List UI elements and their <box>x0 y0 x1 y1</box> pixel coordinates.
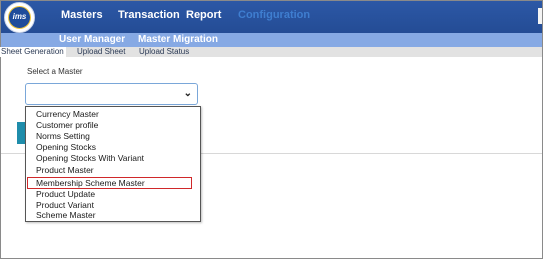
master-select[interactable]: ⌄ <box>25 83 198 105</box>
window-edge-control[interactable] <box>538 8 542 24</box>
submenu-master-migration[interactable]: Master Migration <box>138 33 218 47</box>
app-logo[interactable]: ims <box>4 2 35 33</box>
tabs-row: Sheet Generation Upload Sheet Upload Sta… <box>0 47 542 57</box>
submenu-user-manager[interactable]: User Manager <box>59 33 125 47</box>
master-dropdown-list: Currency Master Customer profile Norms S… <box>25 106 201 222</box>
option-norms-setting[interactable]: Norms Setting <box>36 132 90 141</box>
option-membership-scheme-master[interactable]: Membership Scheme Master <box>36 179 145 188</box>
option-product-variant[interactable]: Product Variant <box>36 201 94 210</box>
tab-upload-sheet[interactable]: Upload Sheet <box>77 47 125 57</box>
option-opening-stocks[interactable]: Opening Stocks <box>36 143 96 152</box>
menu-masters[interactable]: Masters <box>61 9 103 21</box>
menu-report[interactable]: Report <box>186 9 221 21</box>
option-currency-master[interactable]: Currency Master <box>36 110 99 119</box>
option-opening-stocks-with-variant[interactable]: Opening Stocks With Variant <box>36 154 144 163</box>
option-product-update[interactable]: Product Update <box>36 190 95 199</box>
menu-transaction[interactable]: Transaction <box>118 9 180 21</box>
top-nav-bar: ims Masters Transaction Report Configura… <box>1 1 542 33</box>
chevron-down-icon: ⌄ <box>183 88 192 99</box>
tab-upload-status[interactable]: Upload Status <box>139 47 189 57</box>
menu-configuration[interactable]: Configuration <box>238 9 310 21</box>
option-product-master[interactable]: Product Master <box>36 166 94 175</box>
logo-emblem: ims <box>8 6 31 29</box>
option-customer-profile[interactable]: Customer profile <box>36 121 98 130</box>
select-master-label: Select a Master <box>27 67 83 76</box>
option-scheme-master[interactable]: Scheme Master <box>36 211 96 220</box>
logo-text: ims <box>12 12 27 21</box>
sub-nav-bar: User Manager Master Migration <box>1 33 542 47</box>
tab-sheet-generation[interactable]: Sheet Generation <box>0 47 66 57</box>
